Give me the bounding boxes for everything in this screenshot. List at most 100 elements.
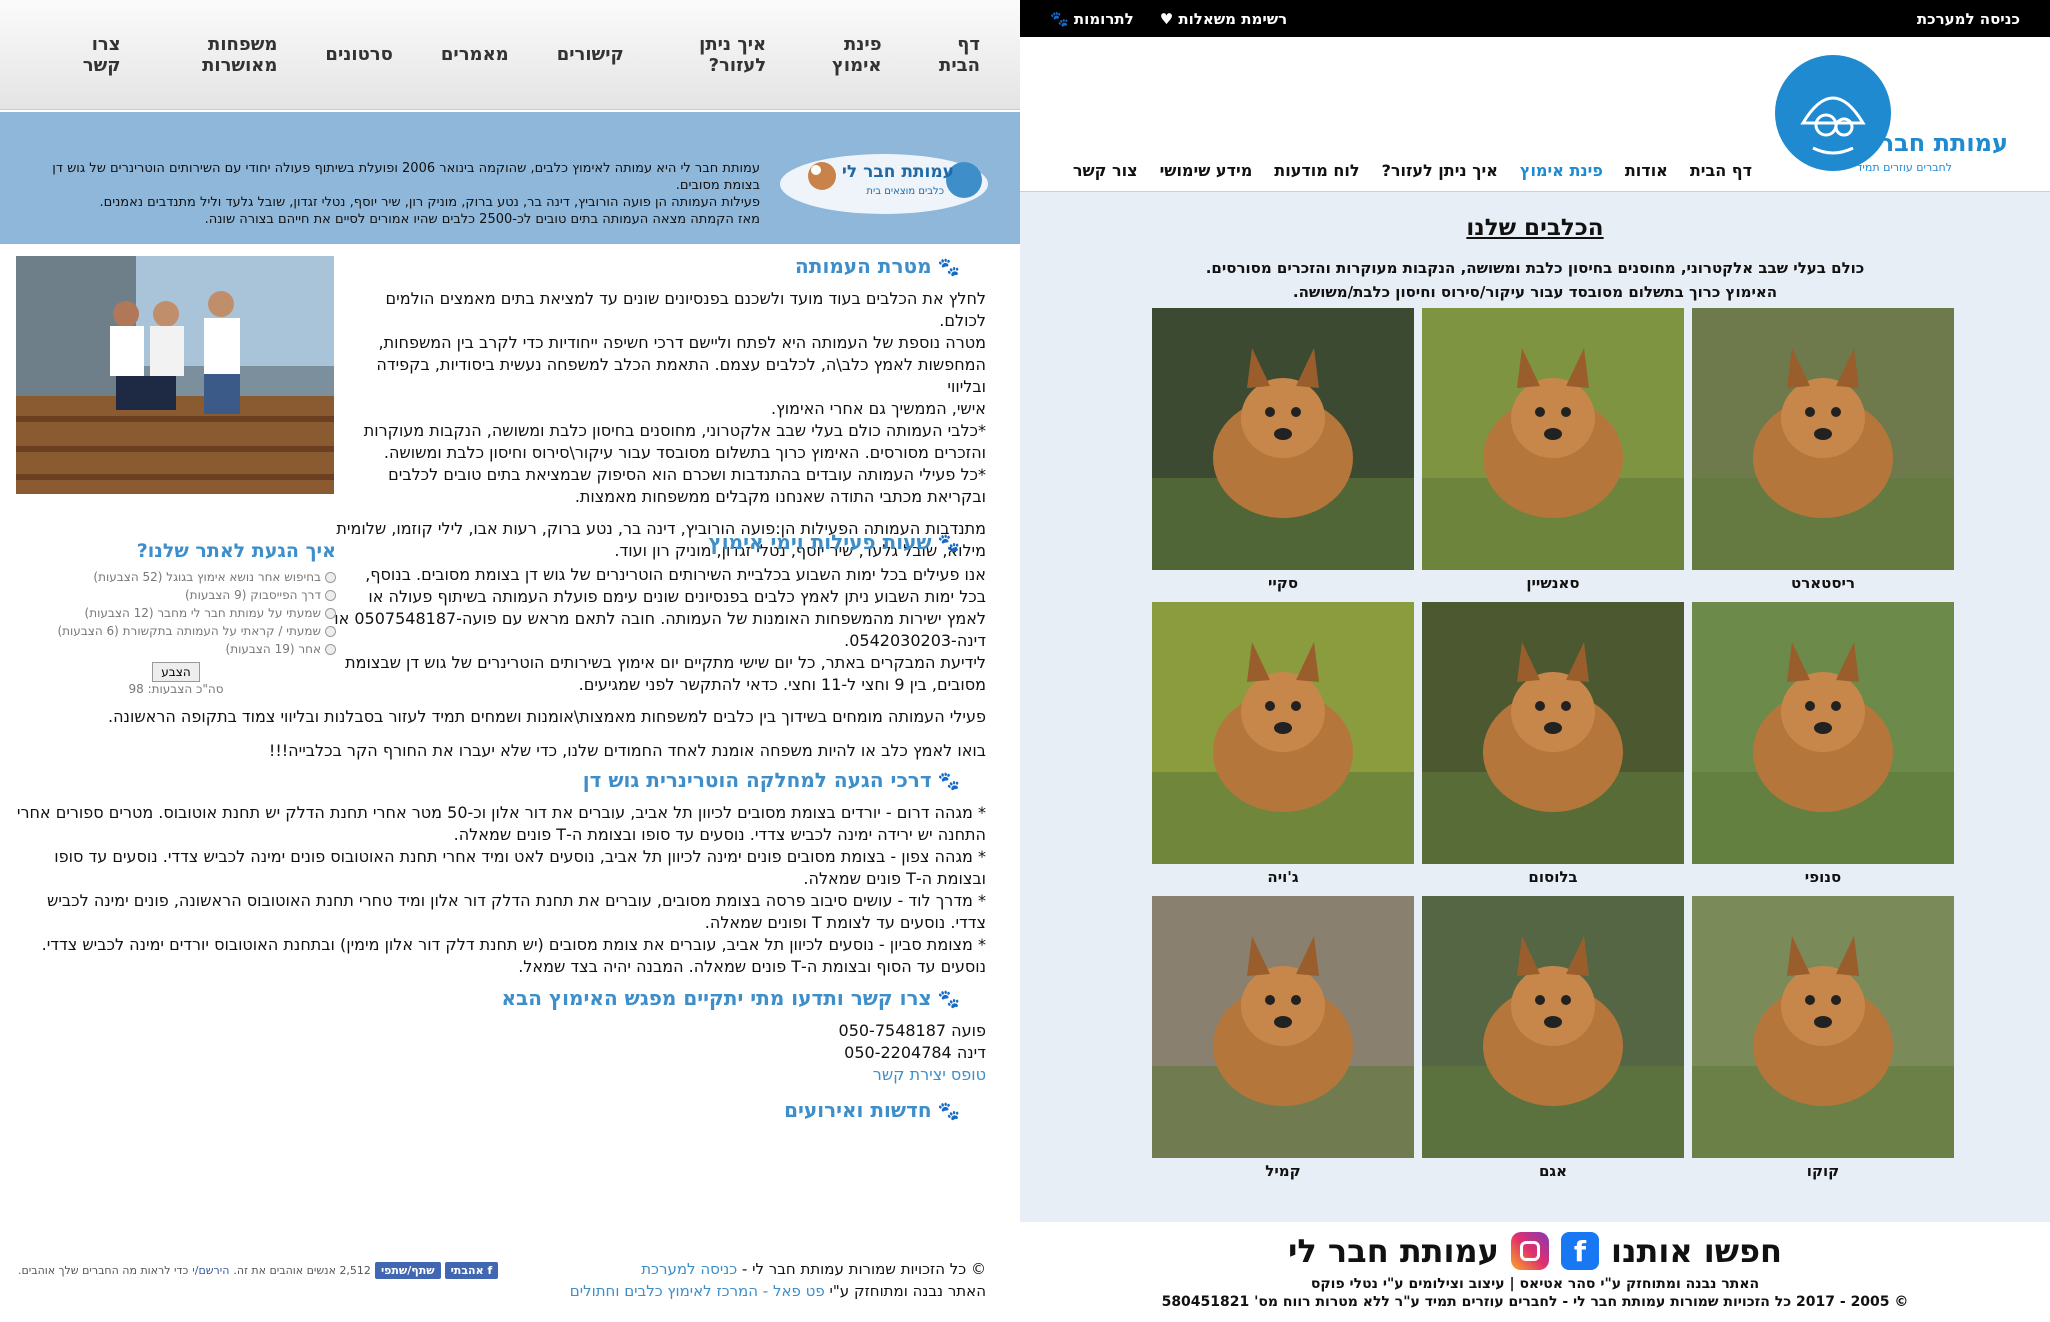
right-nav-info[interactable]: מידע שימושי (1160, 161, 1253, 180)
facebook-icon[interactable]: f (1560, 1232, 1599, 1270)
poll-vote-button[interactable]: הצבע (152, 662, 200, 682)
dogs-page-title: הכלבים שלנו (1466, 215, 1604, 241)
subtitle-line: כולם בעלי שבב אלקטרוני, מחוסנים בחיסון כ… (1205, 259, 1865, 277)
right-nav-contact[interactable]: צור קשר (1073, 161, 1138, 180)
right-logo-subtitle: לחברים עוזרים תמיד (1856, 161, 1952, 174)
dog-photo[interactable] (1422, 602, 1684, 864)
fb-like-count: 2,512 אנשים אוהבים את זה. (233, 1264, 371, 1277)
footer-org-name: עמותת חבר לי (1287, 1232, 1499, 1270)
left-logo[interactable]: עמותת חבר לי כלבים מוצאים בית (774, 140, 994, 218)
fb-like-label: אהבתי (450, 1264, 484, 1277)
left-nav-happy-families[interactable]: משפחות מאושרות (169, 34, 277, 76)
right-topbar: כניסה למערכת רשימת משאלות ♥ לתרומות 🐾 (1020, 0, 2050, 37)
header-desc-line: מאז הקמתה מצאה העמותה בתים טובים לכ-2500… (204, 212, 760, 227)
dog-card[interactable]: ריסטארט (1692, 308, 1954, 592)
left-nav-home[interactable]: דף הבית (930, 34, 980, 76)
paragraph-line: התחנה יש ירידה ימינה לכביש צדדי. נוסעים … (453, 825, 986, 844)
footer-find-us: חפשו אותנו (1610, 1232, 1783, 1270)
radio-icon[interactable] (325, 626, 336, 637)
right-nav-about[interactable]: אודות (1625, 161, 1668, 180)
right-nav-adoption[interactable]: פינת אימוץ (1520, 161, 1603, 180)
paw-icon: 🐾 (937, 257, 960, 278)
donations-label: לתרומות (1073, 9, 1134, 28)
radio-icon[interactable] (325, 572, 336, 583)
dog-photo[interactable] (1692, 308, 1954, 570)
dog-card[interactable]: קוקו (1692, 896, 1954, 1180)
section-contact-title: 🐾צרו קשר ותדעו מתי יתקיים מפגש האימוץ הב… (260, 986, 960, 1010)
left-header-banner: עמותת חבר לי כלבים מוצאים בית עמותת חבר … (0, 112, 1020, 244)
left-nav-videos[interactable]: סרטונים (325, 44, 392, 65)
radio-icon[interactable] (325, 644, 336, 655)
phone-line: דינה 050-2204784 (844, 1043, 986, 1062)
right-site-panel: כניסה למערכת רשימת משאלות ♥ לתרומות 🐾 עמ… (1020, 0, 2050, 1322)
contact-form-link[interactable]: טופס יצירת קשר (873, 1065, 986, 1084)
paragraph-line: דינה-0542030203. (844, 631, 986, 650)
section-mission: 🐾מטרת העמותה (310, 254, 960, 284)
paragraph-line: המחפשות לאמץ כלב\ה, לכלבים עצמם. התאמת ה… (376, 355, 986, 396)
section-title-text: דרכי הגעה למחלקה הוטרינרית גוש דן (582, 768, 932, 792)
fb-like-button[interactable]: f אהבתי (444, 1262, 499, 1279)
dog-name: סקיי (1267, 574, 1299, 592)
instagram-icon[interactable] (1510, 1232, 1549, 1270)
radio-icon[interactable] (325, 608, 336, 619)
copyright-text: © כל הזכויות שמורות עמותת חבר לי - (737, 1260, 986, 1278)
dog-photo[interactable] (1422, 896, 1684, 1158)
left-nav-links[interactable]: קישורים (557, 44, 624, 65)
dog-card[interactable]: אגם (1422, 896, 1684, 1180)
right-nav-help[interactable]: איך ניתן לעזור? (1382, 161, 1498, 180)
poll-option-label: אחר (19 הצבעות) (225, 642, 321, 656)
dog-photo[interactable] (1152, 602, 1414, 864)
section-title-text: חדשות ואירועים (784, 1098, 932, 1122)
paragraph-line: מטרה נוספת של העמותה היא לפתח וליישם דרכ… (378, 333, 986, 352)
paragraph-line: * מגהה דרום - יורדים בצומת מסובים לכיוון… (16, 803, 986, 822)
dog-card[interactable]: סקיי (1152, 308, 1414, 592)
dog-card[interactable]: בלוסום (1422, 602, 1684, 886)
dog-photo[interactable] (1692, 602, 1954, 864)
dog-photo[interactable] (1152, 308, 1414, 570)
footer-login-link[interactable]: כניסה למערכת (641, 1260, 737, 1278)
right-nav-board[interactable]: לוח מודעות (1274, 161, 1359, 180)
paragraph-line: אנו פעילים בכל ימות השבוע בכלביית השירות… (365, 565, 986, 584)
left-footer-copyright-line: © כל הזכויות שמורות עמותת חבר לי - כניסה… (641, 1260, 986, 1278)
topbar-login-link[interactable]: כניסה למערכת (1917, 10, 2020, 28)
dog-name: בלוסום (1528, 868, 1578, 886)
dog-card[interactable]: סנופי (1692, 602, 1954, 886)
section-news: 🐾חדשות ואירועים (260, 1098, 960, 1128)
right-nav-home[interactable]: דף הבית (1690, 161, 1752, 180)
phone-line: פועה 050-7548187 (838, 1021, 986, 1040)
right-header: עמותת חבר לי לחברים עוזרים תמיד דף הבית … (1020, 37, 2050, 192)
poll-option[interactable]: שמעתי / קראתי על העמותה בתקשורת (6 הצבעו… (16, 622, 336, 640)
footer-petpal-link[interactable]: פט פאל - המרכז לאימוץ כלבים וחתולים (570, 1282, 825, 1300)
paragraph-line: אישי, הממשיך גם אחרי האימוץ. (771, 399, 986, 418)
dog-card[interactable]: קמיל (1152, 896, 1414, 1180)
paw-icon: 🐾 (1050, 9, 1069, 28)
left-nav-contact[interactable]: צרו קשר (68, 34, 121, 76)
left-nav-adoption[interactable]: פינת אימוץ (814, 34, 882, 76)
left-nav-articles[interactable]: מאמרים (441, 44, 509, 65)
wishlist-link[interactable]: רשימת משאלות ♥ (1160, 10, 1287, 28)
fb-share-button[interactable]: שתף/שתפי (374, 1262, 441, 1279)
section-directions: 🐾דרכי הגעה למחלקה הוטרינרית גוש דן (260, 768, 960, 798)
paragraph-line: צדדי. נוסעים עד לצומת T ופונים שמאלה. (704, 913, 986, 932)
paragraph-line: בכל ימות השבוע ניתן לאמץ כלבים בפנסיונים… (368, 587, 986, 606)
poll-option[interactable]: דרך הפייסבוק (9 הצבעות) (16, 586, 336, 604)
dog-photo[interactable] (1692, 896, 1954, 1158)
poll-option[interactable]: שמעתי על עמותת חבר לי מחבר (12 הצבעות) (16, 604, 336, 622)
dog-card[interactable]: ג'ויה (1152, 602, 1414, 886)
dog-photo[interactable] (1152, 896, 1414, 1158)
right-footer: חפשו אותנו f עמותת חבר לי האתר נבנה ומתו… (1020, 1222, 2050, 1322)
dog-card[interactable]: סאנשיין (1422, 308, 1684, 592)
dog-name: אגם (1538, 1162, 1568, 1180)
left-site-panel: דף הבית פינת אימוץ איך ניתן לעזור? קישור… (0, 0, 1020, 1322)
paragraph-line: מסובים, בין 9 וחצי ל-11 וחצי. כדאי להתקש… (578, 675, 986, 694)
radio-icon[interactable] (325, 590, 336, 601)
section-title-text: צרו קשר ותדעו מתי יתקיים מפגש האימוץ הבא (501, 986, 932, 1010)
poll-option[interactable]: בחיפוש אחר נושא אימוץ בגוגל (52 הצבעות) (16, 568, 336, 586)
poll-option[interactable]: אחר (19 הצבעות) (16, 640, 336, 658)
left-nav-help[interactable]: איך ניתן לעזור? (672, 34, 766, 76)
donations-link[interactable]: לתרומות 🐾 (1050, 10, 1134, 28)
dog-name: סאנשיין (1526, 574, 1580, 592)
right-main-nav: דף הבית אודות פינת אימוץ איך ניתן לעזור?… (1073, 161, 1752, 180)
fb-signup-link[interactable]: הירשם/י (192, 1264, 229, 1277)
dog-photo[interactable] (1422, 308, 1684, 570)
